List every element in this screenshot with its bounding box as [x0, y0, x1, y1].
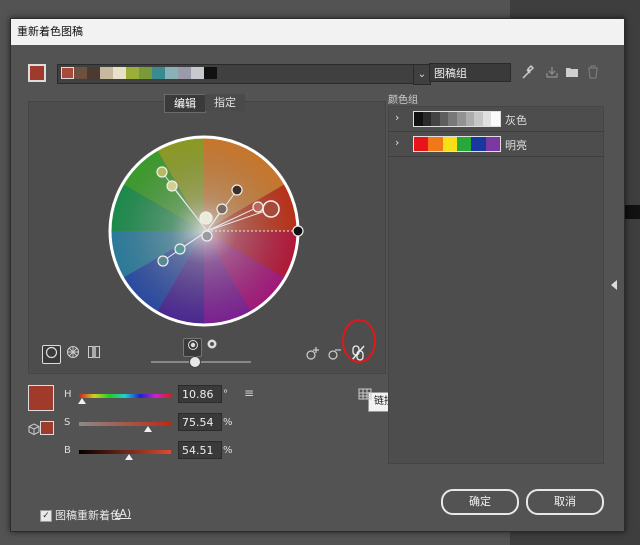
hue-label: H	[64, 389, 72, 400]
brightness-slider-track[interactable]	[151, 361, 251, 363]
brightness-unit: %	[223, 445, 233, 456]
color-group-swatch[interactable]	[456, 112, 466, 126]
saturation-label: S	[64, 417, 71, 428]
color-group-swatch[interactable]	[465, 112, 475, 126]
current-colors-strip[interactable]	[57, 64, 414, 84]
color-groups-label: 颜色组	[388, 95, 418, 106]
gamut-color-swatch[interactable]	[40, 421, 54, 435]
palette-swatch[interactable]	[139, 67, 152, 79]
tab-assign[interactable]: 指定	[205, 94, 245, 111]
color-group-bright[interactable]: › 明亮	[389, 132, 603, 157]
add-color-tool-icon[interactable]	[305, 345, 321, 365]
color-table-icon[interactable]	[358, 388, 372, 404]
color-group-name: 灰色	[505, 114, 527, 127]
brightness-value[interactable]: 54.51	[178, 441, 222, 459]
palette-swatch[interactable]	[191, 67, 204, 79]
color-group-swatch[interactable]	[456, 137, 472, 151]
palette-swatch[interactable]	[61, 67, 74, 79]
current-color-swatch[interactable]	[28, 64, 46, 82]
palette-swatch[interactable]	[152, 67, 165, 79]
palette-swatch[interactable]	[204, 67, 217, 79]
color-group-swatch[interactable]	[474, 112, 483, 126]
artwork-name-field[interactable]: 图稿组	[429, 63, 511, 82]
color-group-swatch[interactable]	[422, 112, 432, 126]
color-group-swatch[interactable]	[431, 112, 440, 126]
new-folder-icon[interactable]	[565, 65, 579, 82]
color-group-swatch[interactable]	[471, 137, 486, 151]
cancel-button[interactable]: 取消	[526, 489, 604, 515]
collapse-arrow-icon[interactable]	[611, 280, 617, 290]
color-group-swatch[interactable]	[482, 112, 492, 126]
recolor-shortcut-label: (A)	[115, 507, 132, 520]
hue-slider-thumb[interactable]	[77, 398, 86, 404]
palette-swatch[interactable]	[87, 67, 100, 79]
recolor-artwork-dialog: 重新着色图稿 ⌄ 图稿组 编辑 指定 H 10.86 ° ≡ S 75.54 %…	[10, 18, 625, 532]
palette-swatch[interactable]	[100, 67, 113, 79]
palette-swatch[interactable]	[178, 67, 191, 79]
color-group-swatch[interactable]	[439, 112, 449, 126]
color-group-swatch[interactable]	[485, 137, 500, 151]
saturation-unit: %	[223, 417, 233, 428]
color-group-swatch[interactable]	[442, 137, 457, 151]
color-bars-icon[interactable]	[85, 345, 102, 362]
cube-icon[interactable]	[28, 423, 40, 439]
show-brightness-icon[interactable]	[203, 338, 220, 355]
palette-swatch[interactable]	[74, 67, 87, 79]
highlight-circle	[342, 319, 376, 363]
brightness-slider-thumb[interactable]	[125, 454, 134, 460]
saturation-slider[interactable]	[79, 422, 171, 426]
base-color-swatch[interactable]	[28, 385, 54, 411]
color-wheel[interactable]	[29, 102, 385, 373]
saturation-slider-thumb[interactable]	[144, 426, 153, 432]
color-group-swatch[interactable]	[491, 112, 500, 126]
eyedropper-icon[interactable]	[521, 64, 535, 84]
color-group-gray[interactable]: › 灰色	[389, 107, 603, 132]
smooth-wheel-icon[interactable]	[42, 345, 61, 364]
color-group-swatch[interactable]	[414, 137, 429, 151]
color-group-swatch[interactable]	[448, 112, 457, 126]
brightness-label: B	[64, 445, 71, 456]
color-group-name: 明亮	[505, 139, 527, 152]
recolor-artwork-label: 图稿重新着色	[55, 509, 121, 522]
color-wheel-panel	[28, 101, 386, 374]
palette-swatch[interactable]	[165, 67, 178, 79]
color-group-swatches[interactable]	[413, 136, 501, 152]
segmented-wheel-icon[interactable]	[64, 345, 81, 362]
palette-swatch[interactable]	[126, 67, 139, 79]
show-saturation-icon[interactable]	[183, 338, 202, 357]
recolor-artwork-checkbox[interactable]: ✓	[40, 510, 52, 522]
color-group-swatches[interactable]	[413, 111, 501, 127]
dialog-title: 重新着色图稿	[11, 19, 624, 45]
trash-icon[interactable]	[587, 65, 599, 83]
color-group-swatch[interactable]	[414, 112, 423, 126]
hue-value[interactable]: 10.86	[178, 385, 222, 403]
ok-button[interactable]: 确定	[441, 489, 519, 515]
color-groups-panel: › 灰色 › 明亮	[388, 106, 604, 464]
palette-swatch[interactable]	[113, 67, 126, 79]
chevron-right-icon[interactable]: ›	[395, 111, 399, 124]
menu-icon[interactable]: ≡	[244, 386, 254, 400]
tab-edit[interactable]: 编辑	[164, 94, 206, 113]
chevron-right-icon[interactable]: ›	[395, 136, 399, 149]
save-group-icon[interactable]	[545, 65, 559, 83]
color-group-swatch[interactable]	[428, 137, 443, 151]
saturation-value[interactable]: 75.54	[178, 413, 222, 431]
brightness-slider-thumb[interactable]	[189, 356, 201, 368]
hue-unit: °	[223, 389, 228, 400]
hue-slider[interactable]	[79, 394, 171, 398]
